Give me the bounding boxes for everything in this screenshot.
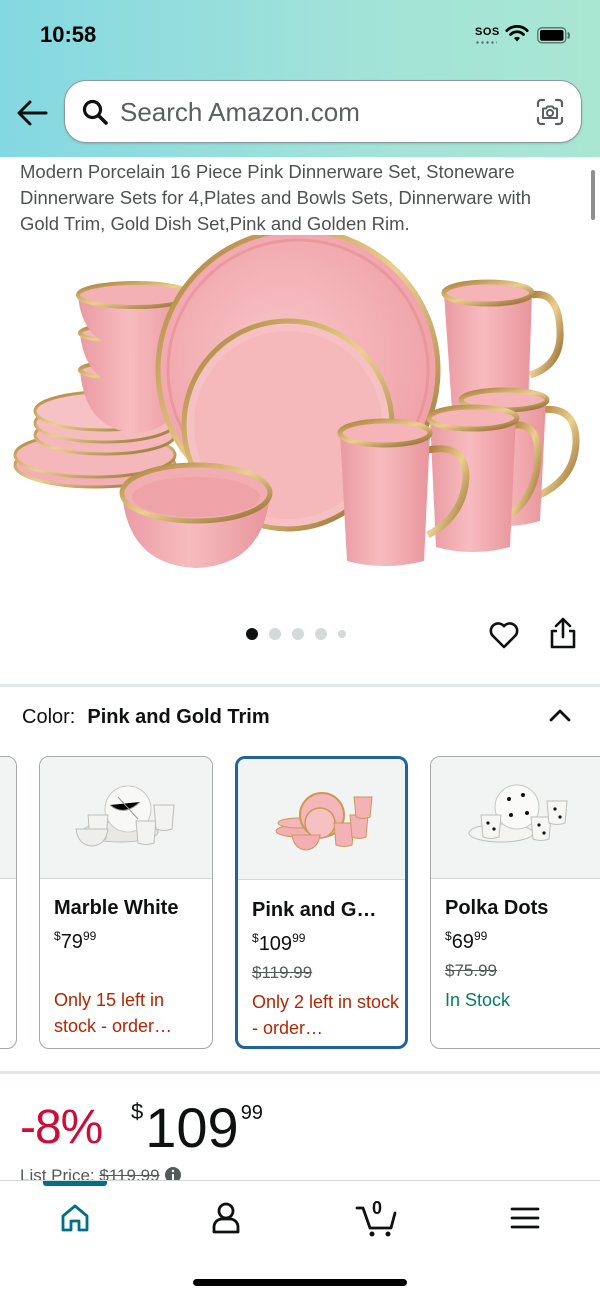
color-swatch-partial[interactable] [0, 756, 17, 1049]
color-label: Color: [22, 706, 76, 728]
price-whole: 109 [258, 933, 293, 955]
stock-status: In Stock [445, 990, 511, 1010]
product-image[interactable] [10, 235, 590, 595]
color-selector-header: Color: Pink and Gold Trim [22, 706, 270, 729]
home-icon[interactable] [55, 1198, 95, 1238]
price-cents: 99 [292, 931, 306, 945]
swatch-thumbnail [40, 757, 212, 879]
signal-icon [475, 41, 497, 44]
section-divider [0, 684, 600, 687]
swatch-name: Polka Dots [445, 897, 549, 919]
carousel-dot[interactable] [269, 628, 281, 640]
discount-percent: -8% [20, 1101, 103, 1154]
carousel-dot[interactable] [315, 628, 327, 640]
wifi-icon [505, 25, 529, 42]
status-time: 10:58 [40, 22, 97, 47]
search-bar[interactable] [64, 80, 582, 143]
carousel-dot[interactable] [292, 628, 304, 640]
swatch-was-price: $119.99 [252, 963, 313, 982]
stock-status: Only 2 left in stock - order… [252, 992, 400, 1038]
currency-symbol: $ [252, 931, 259, 945]
swatch-thumbnail [431, 757, 600, 879]
home-indicator[interactable] [193, 1279, 407, 1286]
carousel-dot[interactable] [246, 628, 258, 640]
price-whole: 79 [60, 931, 83, 953]
cart-count: 0 [372, 1198, 383, 1218]
product-price: $109 99 [131, 1095, 263, 1160]
price-cents: 99 [82, 929, 97, 943]
swatch-price: $10999 [252, 931, 305, 956]
price-whole: 69 [451, 931, 474, 953]
currency-symbol: $ [54, 929, 61, 943]
stock-status: Only 15 left in stock - order… [54, 990, 173, 1036]
polka-dots-image [468, 784, 568, 843]
swatch-price: $6999 [445, 929, 487, 954]
header-bar: 10:58 SOS [0, 0, 600, 157]
swatch-price: $7999 [54, 929, 96, 954]
swatch-thumbnail [238, 759, 405, 880]
image-carousel-dots[interactable] [246, 627, 346, 641]
swatch-thumbnail [0, 757, 16, 879]
swatch-name: Pink and G… [252, 899, 377, 921]
price-cents: 99 [473, 929, 488, 943]
swatch-name: Marble White [54, 897, 179, 919]
sos-indicator: SOS [475, 26, 500, 38]
color-value: Pink and Gold Trim [87, 706, 270, 728]
carousel-dot[interactable] [338, 630, 346, 638]
pink-gold-image [275, 792, 373, 851]
swatch-was-price: $75.99 [445, 961, 497, 980]
cart-button[interactable]: 0 [355, 1198, 399, 1238]
color-swatch-pink-gold[interactable]: Pink and G… $10999 $119.99 Only 2 left i… [235, 756, 408, 1049]
chevron-up-icon[interactable] [547, 705, 573, 725]
currency-symbol: $ [445, 929, 452, 943]
search-icon [82, 99, 108, 125]
battery-icon [537, 27, 570, 44]
share-icon[interactable] [548, 616, 578, 650]
active-tab-indicator [43, 1181, 107, 1186]
back-arrow-icon[interactable] [14, 97, 50, 129]
camera-scan-icon[interactable] [535, 97, 565, 127]
marble-white-image [75, 785, 175, 847]
heart-icon[interactable] [488, 619, 520, 651]
status-bar: 10:58 SOS [0, 0, 600, 70]
price-whole: 109 [145, 1096, 239, 1159]
section-divider [0, 1071, 600, 1074]
account-icon[interactable] [206, 1198, 246, 1238]
currency-symbol: $ [131, 1099, 144, 1124]
scrollbar[interactable] [591, 170, 595, 220]
color-swatch-polka-dots[interactable]: Polka Dots $6999 $75.99 In Stock [430, 756, 600, 1049]
product-title[interactable]: Modern Porcelain 16 Piece Pink Dinnerwar… [20, 159, 565, 237]
color-swatch-marble-white[interactable]: Marble White $7999 Only 15 left in stock… [39, 756, 213, 1049]
price-cents: 99 [240, 1102, 263, 1124]
search-input[interactable] [120, 97, 520, 127]
menu-icon[interactable] [505, 1198, 545, 1238]
